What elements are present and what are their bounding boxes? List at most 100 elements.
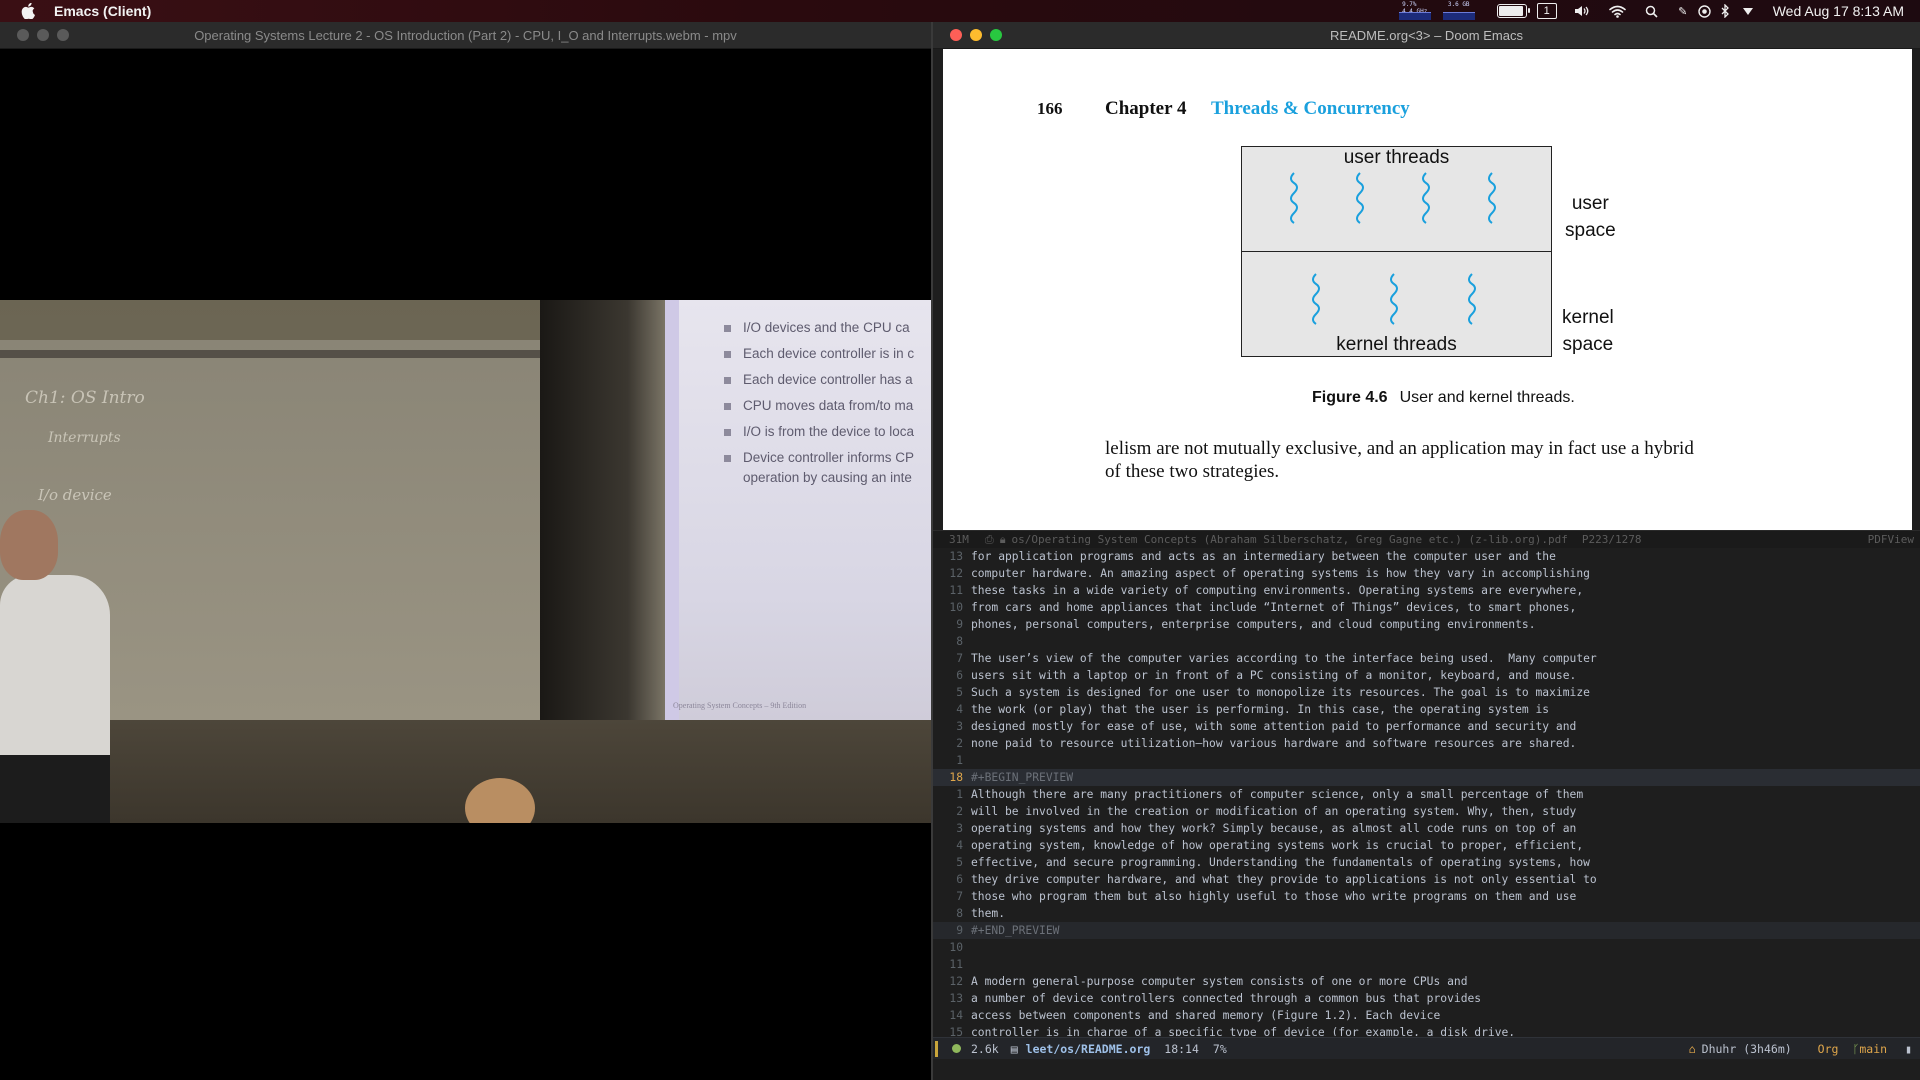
line-text: The user’s view of the computer varies a…: [971, 652, 1597, 665]
editor-line[interactable]: 7 those who program them but also highly …: [933, 888, 1920, 905]
cursor-position: 18:14: [1164, 1041, 1199, 1056]
active-app-name[interactable]: Emacs (Client): [54, 3, 151, 19]
memory-stat-label: 3.6 GB: [1447, 1, 1470, 8]
user-space-label: user space: [1565, 190, 1616, 244]
line-number: 15: [949, 1026, 963, 1036]
editor-line[interactable]: 4 the work (or play) that the user is per…: [933, 701, 1920, 718]
circle-status-icon[interactable]: [1697, 0, 1713, 22]
line-number: 2: [956, 805, 963, 818]
slide-bullet: Each device controller is in c: [724, 346, 914, 361]
editor-line[interactable]: 2 will be involved in the creation or mod…: [933, 803, 1920, 820]
editor-line[interactable]: 6 they drive computer hardware, and what …: [933, 871, 1920, 888]
editor-line[interactable]: 13 for application programs and acts as a…: [933, 548, 1920, 565]
editor-line[interactable]: 12 A modern general-purpose computer syst…: [933, 973, 1920, 990]
editor-line[interactable]: 8: [933, 633, 1920, 650]
editor-line[interactable]: 6 users sit with a laptop or in front of …: [933, 667, 1920, 684]
line-number: 12: [949, 567, 963, 580]
line-number: 6: [956, 669, 963, 682]
editor-line[interactable]: 9 #+END_PREVIEW: [933, 922, 1920, 939]
editor-line[interactable]: 4 operating system, knowledge of how oper…: [933, 837, 1920, 854]
pdf-mode: PDFView: [1867, 533, 1914, 546]
line-number: 1: [956, 788, 963, 801]
video-frame[interactable]: Ch1: OS Intro Interrupts I/o device I/O …: [0, 300, 931, 823]
memory-stat-widget[interactable]: 3.6 GB: [1441, 1, 1477, 21]
pdf-file-icon: ⎙: [984, 532, 994, 546]
slide-bullet: I/O devices and the CPU ca: [724, 320, 910, 335]
org-buffer[interactable]: 13 for application programs and acts as a…: [933, 548, 1920, 1036]
editor-line[interactable]: 1: [933, 752, 1920, 769]
search-icon[interactable]: [1641, 0, 1663, 22]
bluetooth-icon[interactable]: [1719, 0, 1733, 22]
line-text: #+END_PREVIEW: [971, 924, 1060, 937]
editor-line[interactable]: 8 them.: [933, 905, 1920, 922]
line-number: 18: [949, 771, 963, 784]
pdf-paragraph-line: of these two strategies.: [1105, 461, 1280, 482]
line-number: 7: [956, 652, 963, 665]
editor-line[interactable]: 15 controller is in charge of a specific …: [933, 1024, 1920, 1036]
hammerspoon-icon[interactable]: ✎: [1675, 0, 1691, 22]
buffer-file-name[interactable]: leet/os/README.org: [1026, 1042, 1151, 1056]
mpv-titlebar[interactable]: Operating Systems Lecture 2 - OS Introdu…: [0, 22, 931, 49]
editor-line[interactable]: 3 designed mostly for ease of use, with s…: [933, 718, 1920, 735]
editor-line[interactable]: 9 phones, personal computers, enterprise …: [933, 616, 1920, 633]
line-text: A modern general-purpose computer system…: [971, 975, 1468, 988]
kernel-threads-label: kernel threads: [1336, 334, 1457, 355]
line-number: 13: [949, 992, 963, 1005]
chalk-text-2: Interrupts: [48, 430, 121, 446]
line-text: they drive computer hardware, and what t…: [971, 873, 1597, 886]
line-text: Although there are many practitioners of…: [971, 788, 1584, 801]
editor-line[interactable]: 14 access between components and shared m…: [933, 1007, 1920, 1024]
emacs-window[interactable]: README.org<3> – Doom Emacs 166 Chapter 4…: [931, 22, 1920, 1080]
line-text: those who program them but also highly u…: [971, 890, 1577, 903]
control-center-dropdown-icon[interactable]: [1741, 0, 1755, 22]
line-text: effective, and secure programming. Under…: [971, 856, 1590, 869]
line-text: access between components and shared mem…: [971, 1009, 1441, 1022]
line-text: controller is in charge of a specific ty…: [971, 1026, 1516, 1036]
clock[interactable]: Wed Aug 17 8:13 AM: [1773, 3, 1904, 19]
emacs-titlebar[interactable]: README.org<3> – Doom Emacs: [933, 22, 1920, 49]
editor-line[interactable]: 2 none paid to resource utilization—how v…: [933, 735, 1920, 752]
mpv-window[interactable]: Operating Systems Lecture 2 - OS Introdu…: [0, 22, 931, 1080]
line-text: them.: [971, 907, 1006, 920]
pdf-size: 31M: [949, 533, 969, 546]
user-thread-squiggles: [1290, 172, 1496, 224]
editor-line[interactable]: 1 Although there are many practitioners o…: [933, 786, 1920, 803]
editor-line[interactable]: 18 #+BEGIN_PREVIEW: [933, 769, 1920, 786]
line-text: phones, personal computers, enterprise c…: [971, 618, 1536, 631]
chalk-text-1: Ch1: OS Intro: [25, 388, 145, 408]
editor-line[interactable]: 13 a number of device controllers connect…: [933, 990, 1920, 1007]
editor-line[interactable]: 12 computer hardware. An amazing aspect o…: [933, 565, 1920, 582]
editor-line[interactable]: 3 operating systems and how they work? Si…: [933, 820, 1920, 837]
major-mode[interactable]: Org: [1818, 1042, 1839, 1056]
battery-icon[interactable]: [1496, 4, 1530, 18]
line-number: 8: [956, 907, 963, 920]
apple-menu-icon[interactable]: [17, 0, 39, 22]
editor-line[interactable]: 10 from cars and home appliances that inc…: [933, 599, 1920, 616]
cpu-stat-widget[interactable]: 9.7% 4.4 GHz: [1397, 1, 1433, 21]
workspace-indicator[interactable]: 1: [1536, 3, 1557, 19]
line-number: 14: [949, 1009, 963, 1022]
editor-line[interactable]: 5 Such a system is designed for one user …: [933, 684, 1920, 701]
pdf-view[interactable]: 166 Chapter 4 Threads & Concurrency user…: [943, 49, 1912, 530]
pdf-path: os/Operating System Concepts (Abraham Si…: [1011, 533, 1568, 546]
line-number: 11: [949, 958, 963, 971]
git-branch[interactable]: main: [1859, 1042, 1887, 1056]
editor-line[interactable]: 11: [933, 956, 1920, 973]
chalk-text-3: I/o device: [38, 486, 112, 504]
wifi-icon[interactable]: [1607, 0, 1629, 22]
line-number: 10: [949, 941, 963, 954]
mpv-window-title: Operating Systems Lecture 2 - OS Introdu…: [194, 27, 737, 43]
volume-icon[interactable]: [1571, 0, 1593, 22]
figure-caption: Figure 4.6 User and kernel threads.: [1312, 389, 1575, 407]
editor-line[interactable]: 10: [933, 939, 1920, 956]
editor-line[interactable]: 7 The user’s view of the computer varies …: [933, 650, 1920, 667]
line-text: operating systems and how they work? Sim…: [971, 822, 1577, 835]
kernel-space-line1: kernel: [1562, 307, 1614, 328]
editor-line[interactable]: 11 these tasks in a wide variety of compu…: [933, 582, 1920, 599]
slide-footer: Operating System Concepts – 9th Edition: [673, 701, 807, 710]
editor-line[interactable]: 5 effective, and secure programming. Unde…: [933, 854, 1920, 871]
user-space-line2: space: [1565, 220, 1616, 241]
user-space-line1: user: [1571, 193, 1609, 214]
minibuffer[interactable]: [933, 1059, 1920, 1080]
modeline-end-icon: ▮: [1905, 1042, 1912, 1056]
